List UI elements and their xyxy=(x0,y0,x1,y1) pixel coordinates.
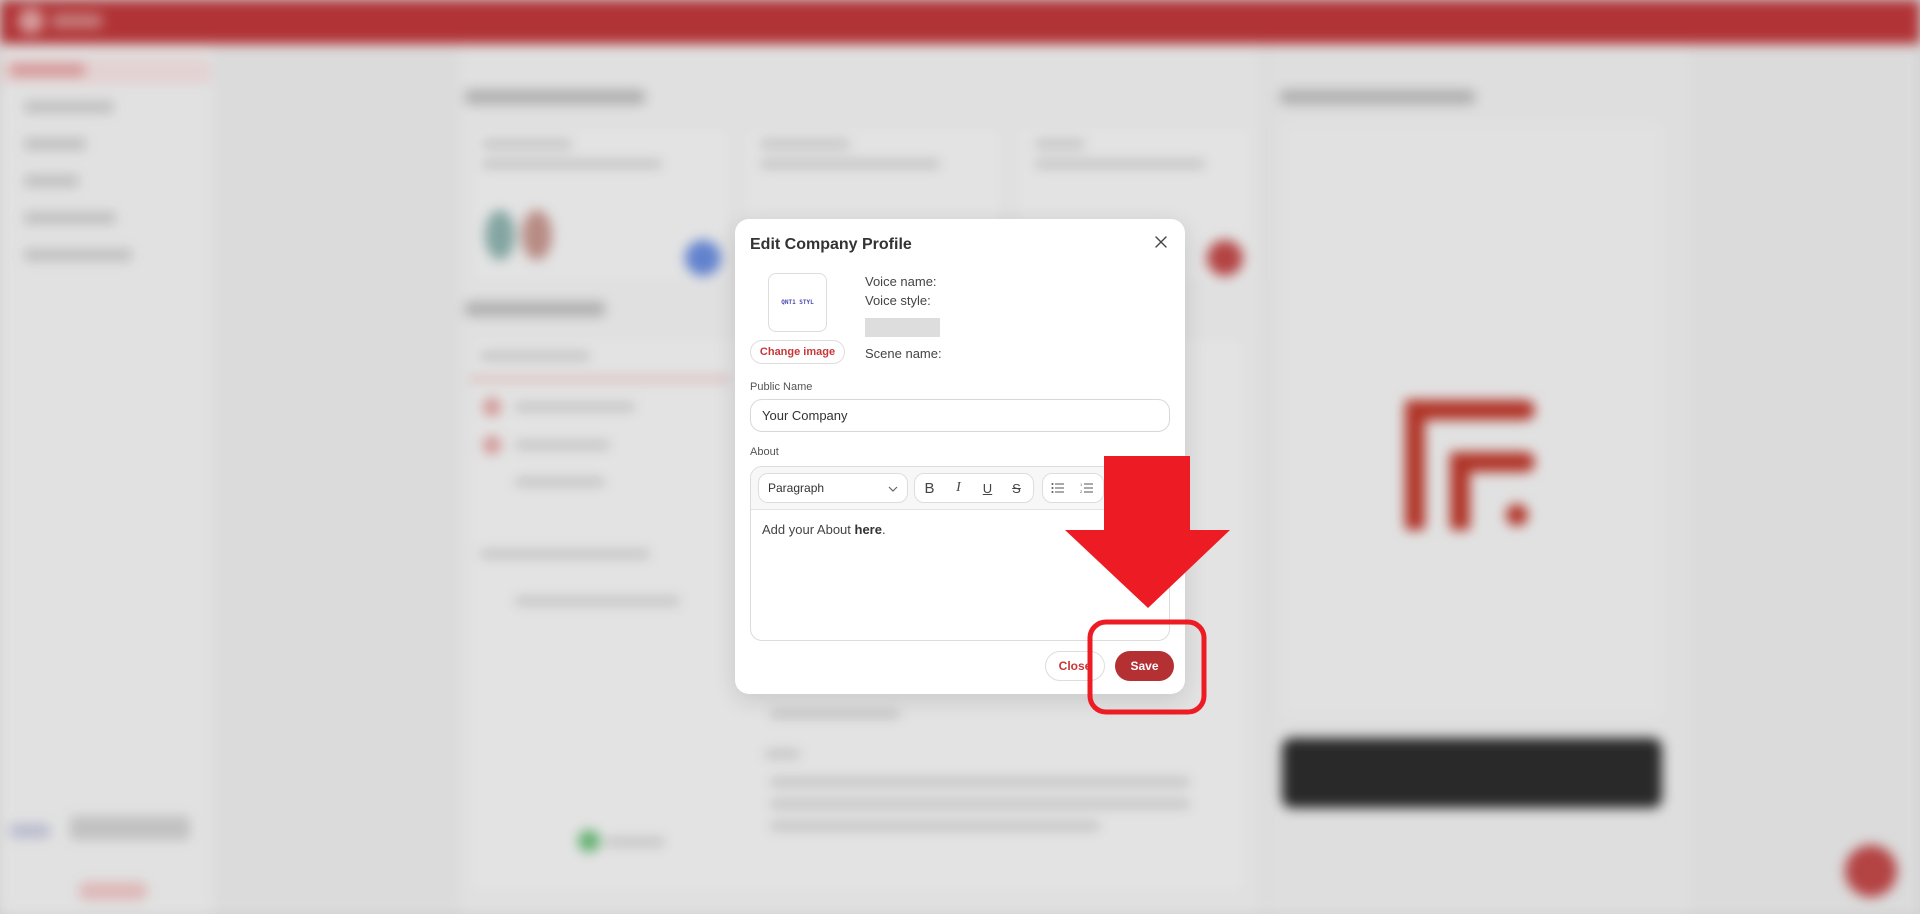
svg-text:2: 2 xyxy=(1080,489,1083,494)
about-text-bold: here xyxy=(854,522,882,537)
about-rich-text-editor[interactable]: Paragraph B I U S 12 Add your About here… xyxy=(750,466,1170,641)
company-avatar-image: QNT1 STYL xyxy=(781,299,814,306)
about-label: About xyxy=(750,446,779,458)
close-button[interactable]: Close xyxy=(1045,651,1105,681)
about-text: Add your About xyxy=(762,522,855,537)
voice-style-label: Voice style: xyxy=(865,293,931,308)
numbered-list-icon[interactable]: 12 xyxy=(1072,474,1101,502)
underline-button[interactable]: U xyxy=(973,474,1002,502)
public-name-input[interactable] xyxy=(750,399,1170,432)
company-avatar: QNT1 STYL xyxy=(768,273,827,332)
change-image-button[interactable]: Change image xyxy=(750,340,845,364)
text-format-group: B I U S xyxy=(914,473,1034,503)
scene-name-label: Scene name: xyxy=(865,346,942,361)
about-text-suffix: . xyxy=(881,522,886,537)
chevron-down-icon xyxy=(888,486,898,492)
divider xyxy=(865,318,940,337)
strikethrough-button[interactable]: S xyxy=(1002,474,1031,502)
bold-button[interactable]: B xyxy=(915,474,944,502)
italic-button[interactable]: I xyxy=(944,474,973,502)
block-format-select[interactable]: Paragraph xyxy=(758,473,908,503)
edit-company-profile-modal: Edit Company Profile QNT1 STYL Change im… xyxy=(735,219,1185,694)
voice-name-label: Voice name: xyxy=(865,274,937,289)
list-format-group: 12 xyxy=(1042,473,1104,503)
about-content[interactable]: Add your About here. xyxy=(751,510,1169,549)
modal-title: Edit Company Profile xyxy=(750,236,912,253)
block-format-value: Paragraph xyxy=(768,481,825,495)
editor-toolbar: Paragraph B I U S 12 xyxy=(751,467,1169,510)
bullet-list-icon[interactable] xyxy=(1043,474,1072,502)
save-button[interactable]: Save xyxy=(1115,651,1174,681)
public-name-label: Public Name xyxy=(750,381,813,393)
voice-info: Voice name: Voice style: Scene name: xyxy=(865,272,942,363)
svg-text:1: 1 xyxy=(1080,482,1083,487)
close-icon[interactable] xyxy=(1151,232,1171,252)
